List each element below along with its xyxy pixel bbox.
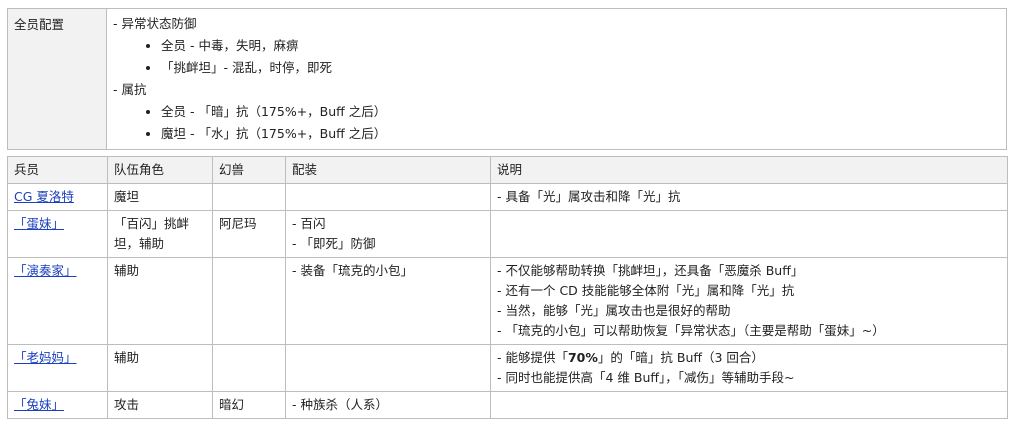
note-bold-text: 70% — [567, 350, 598, 365]
gear-cell: - 百闪 - 「即死」防御 — [285, 210, 491, 258]
list-item: 「挑衅坦」- 混乱，时停，即死 — [161, 57, 1000, 79]
notes-cell — [490, 210, 1008, 258]
note-text: - 能够提供「 — [497, 350, 568, 365]
list-item: 全员 - 「暗」抗（175%+，Buff 之后） — [161, 101, 1000, 123]
roster-table: 兵员 队伍角色 幻兽 配装 说明 CG 夏洛特 魔坦 - 具备「光」属攻击和降「… — [7, 156, 1008, 419]
config-section-list: 全员 - 「暗」抗（175%+，Buff 之后） 魔坦 - 「水」抗（175%+… — [113, 101, 1000, 145]
config-section-title: - 异常状态防御 — [113, 16, 197, 31]
role-text: 攻击 — [114, 397, 140, 412]
notes-cell: - 具备「光」属攻击和降「光」抗 — [490, 183, 1008, 211]
role-text: 辅助 — [114, 350, 140, 365]
column-header: 兵员 — [7, 156, 108, 184]
beast-cell: 阿尼玛 — [212, 210, 286, 258]
beast-cell — [212, 344, 286, 392]
config-table: 全员配置 - 异常状态防御 全员 - 中毒，失明，麻痹 「挑衅坦」- 混乱，时停… — [7, 8, 1007, 150]
beast-cell — [212, 183, 286, 211]
column-header: 队伍角色 — [107, 156, 213, 184]
unit-cell: 「演奏家」 — [7, 257, 108, 345]
gear-cell: - 种族杀（人系） — [285, 391, 491, 419]
note-line: - 当然，能够「光」属攻击也是很好的帮助 — [497, 303, 731, 318]
unit-cell: 「蛋妹」 — [7, 210, 108, 258]
unit-link[interactable]: CG 夏洛特 — [14, 189, 74, 204]
config-section-title: - 属抗 — [113, 82, 147, 97]
table-header-row: 兵员 队伍角色 幻兽 配装 说明 — [7, 156, 1008, 184]
list-item: 全员 - 中毒，失明，麻痹 — [161, 35, 1000, 57]
note-line: - 同时也能提供高「4 维 Buff」，「减伤」等辅助手段~ — [497, 370, 795, 385]
config-content: - 异常状态防御 全员 - 中毒，失明，麻痹 「挑衅坦」- 混乱，时停，即死 -… — [106, 8, 1007, 150]
notes-cell: - 不仅能够帮助转换「挑衅坦」，还具备「恶魔杀 Buff」 - 还有一个 CD … — [490, 257, 1008, 345]
gear-line: - 百闪 — [292, 216, 326, 231]
gear-line: - 装备「琉克的小包」 — [292, 263, 413, 278]
beast-cell — [212, 257, 286, 345]
unit-cell: 「老妈妈」 — [7, 344, 108, 392]
unit-link[interactable]: 「老妈妈」 — [14, 350, 77, 365]
table-row: 「兔妹」 攻击 暗幻 - 种族杀（人系） — [7, 391, 1008, 419]
note-line: - 具备「光」属攻击和降「光」抗 — [497, 189, 681, 204]
table-row: 「蛋妹」 「百闪」挑衅 坦，辅助 阿尼玛 - 百闪 - 「即死」防御 — [7, 210, 1008, 258]
note-text: 」的「暗」抗 Buff（3 回合） — [597, 350, 764, 365]
config-label: 全员配置 — [7, 8, 107, 150]
notes-cell: - 能够提供「70%」的「暗」抗 Buff（3 回合） - 同时也能提供高「4 … — [490, 344, 1008, 392]
gear-cell: - 装备「琉克的小包」 — [285, 257, 491, 345]
config-section-list: 全员 - 中毒，失明，麻痹 「挑衅坦」- 混乱，时停，即死 — [113, 35, 1000, 79]
note-line: - 还有一个 CD 技能能够全体附「光」属和降「光」抗 — [497, 283, 795, 298]
gear-cell — [285, 344, 491, 392]
note-line: - 能够提供「70%」的「暗」抗 Buff（3 回合） — [497, 348, 1001, 368]
role-text: 坦，辅助 — [114, 236, 165, 251]
gear-line: - 「即死」防御 — [292, 236, 376, 251]
role-cell: 攻击 — [107, 391, 213, 419]
role-text: 魔坦 — [114, 189, 140, 204]
column-header: 配装 — [285, 156, 491, 184]
unit-cell: CG 夏洛特 — [7, 183, 108, 211]
unit-link[interactable]: 「蛋妹」 — [14, 216, 64, 231]
unit-cell: 「兔妹」 — [7, 391, 108, 419]
unit-link[interactable]: 「演奏家」 — [14, 263, 77, 278]
gear-line: - 种族杀（人系） — [292, 397, 388, 412]
role-text: 「百闪」挑衅 — [114, 216, 190, 231]
column-header: 说明 — [490, 156, 1008, 184]
gear-cell — [285, 183, 491, 211]
table-row: 「老妈妈」 辅助 - 能够提供「70%」的「暗」抗 Buff（3 回合） - 同… — [7, 344, 1008, 392]
unit-link[interactable]: 「兔妹」 — [14, 397, 64, 412]
note-line: - 「琉克的小包」可以帮助恢复「异常状态」（主要是帮助「蛋妹」~） — [497, 323, 885, 338]
list-item: 魔坦 - 「水」抗（175%+，Buff 之后） — [161, 123, 1000, 145]
role-cell: 辅助 — [107, 257, 213, 345]
role-cell: 辅助 — [107, 344, 213, 392]
role-cell: 「百闪」挑衅 坦，辅助 — [107, 210, 213, 258]
note-line: - 不仅能够帮助转换「挑衅坦」，还具备「恶魔杀 Buff」 — [497, 263, 804, 278]
notes-cell — [490, 391, 1008, 419]
column-header: 幻兽 — [212, 156, 286, 184]
role-cell: 魔坦 — [107, 183, 213, 211]
beast-cell: 暗幻 — [212, 391, 286, 419]
table-row: CG 夏洛特 魔坦 - 具备「光」属攻击和降「光」抗 — [7, 183, 1008, 211]
table-row: 「演奏家」 辅助 - 装备「琉克的小包」 - 不仅能够帮助转换「挑衅坦」，还具备… — [7, 257, 1008, 345]
role-text: 辅助 — [114, 263, 140, 278]
